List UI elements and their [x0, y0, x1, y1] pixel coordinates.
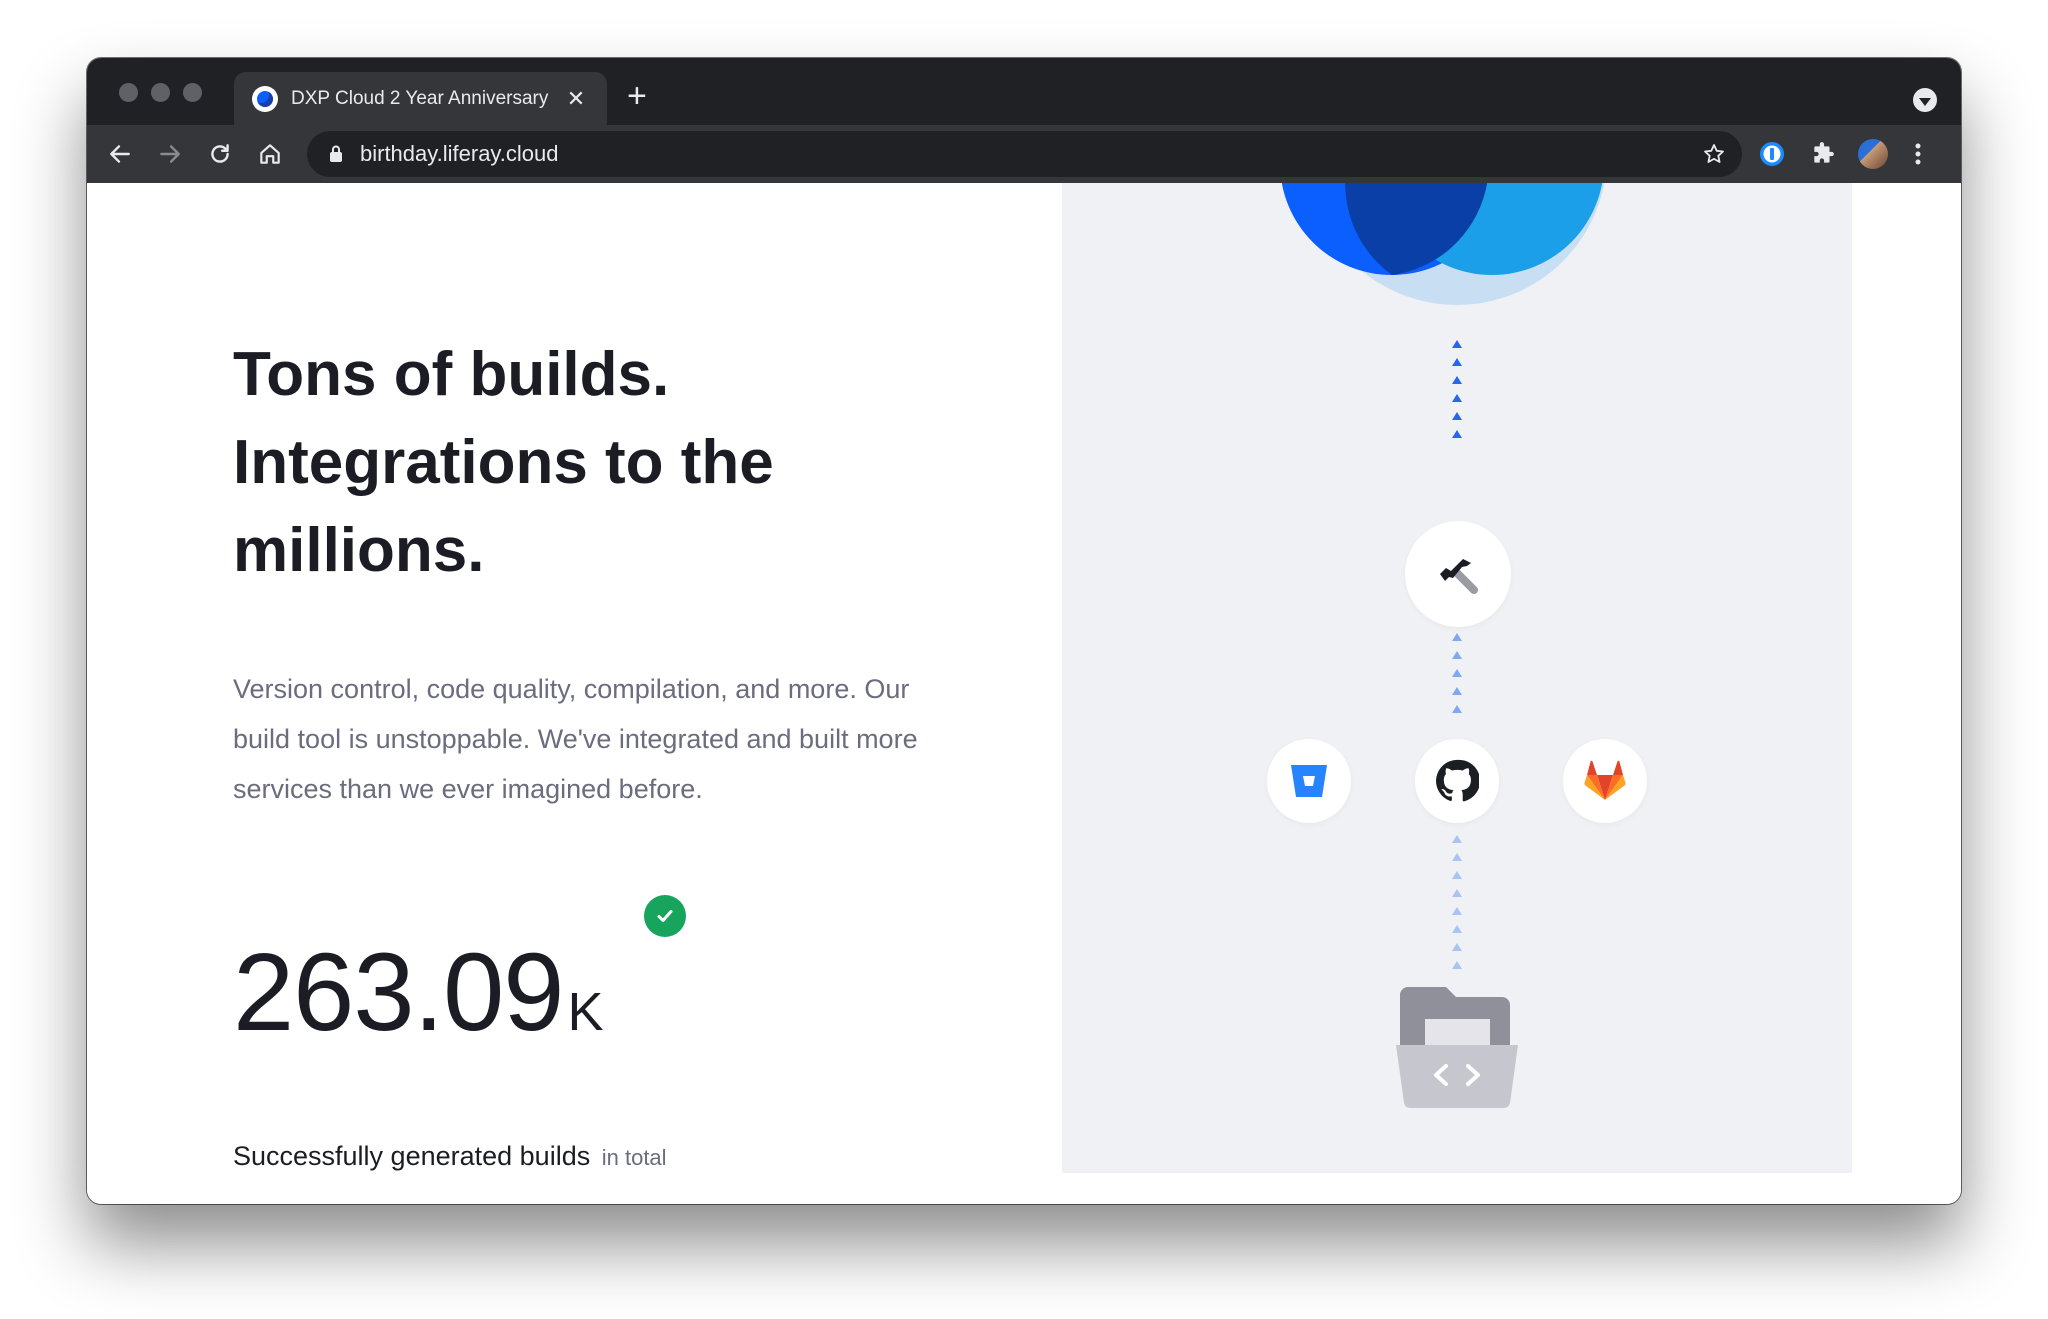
tab-title: DXP Cloud 2 Year Anniversary	[291, 87, 549, 109]
tab-close-icon[interactable]: ✕	[563, 86, 589, 112]
page-content: Tons of builds. Integrations to the mill…	[87, 183, 1961, 1204]
password-manager-extension[interactable]	[1754, 136, 1790, 172]
back-button[interactable]	[102, 136, 138, 172]
tab-search-icon[interactable]	[1913, 88, 1937, 112]
headline-line: Integrations to the	[233, 428, 774, 497]
home-icon	[260, 144, 280, 164]
code-folder-icon	[1396, 987, 1518, 1109]
extensions-button[interactable]	[1805, 136, 1841, 172]
stat-unit: K	[567, 982, 604, 1042]
build-tool-node	[1405, 521, 1511, 627]
stat-caption-text: Successfully generated builds	[233, 1141, 591, 1171]
window-zoom-dot[interactable]	[183, 83, 202, 102]
headline-line: Tons of builds.	[233, 340, 670, 409]
stat-caption: Successfully generated builds in total	[233, 1141, 667, 1172]
check-icon	[644, 895, 686, 937]
reload-icon	[211, 144, 229, 163]
pipeline-graphic	[1281, 183, 1605, 1109]
home-button[interactable]	[252, 136, 288, 172]
bitbucket-node	[1267, 739, 1351, 823]
arrow-left-icon	[110, 145, 130, 163]
headline-line: millions.	[233, 516, 485, 585]
lock-icon	[325, 142, 347, 166]
avatar	[1858, 139, 1888, 169]
hero-description: Version control, code quality, compilati…	[233, 674, 918, 804]
arrow-right-icon	[160, 145, 180, 163]
bitbucket-icon	[1291, 765, 1327, 797]
address-bar[interactable]: birthday.liferay.cloud	[307, 131, 1742, 177]
new-tab-button[interactable]: +	[627, 78, 647, 114]
arrows-upper	[1452, 340, 1462, 438]
tab-favicon-icon	[252, 85, 278, 112]
window-close-dot[interactable]	[119, 83, 138, 102]
hammer-icon	[1440, 559, 1478, 594]
stat-value: 263.09	[233, 931, 564, 1054]
github-node	[1415, 739, 1499, 823]
bookmark-star-icon[interactable]	[1700, 140, 1728, 168]
profile-button[interactable]	[1855, 136, 1891, 172]
reload-button[interactable]	[202, 136, 238, 172]
forward-button[interactable]	[152, 136, 188, 172]
arrows-lower	[1452, 835, 1462, 969]
gitlab-icon	[1584, 760, 1626, 800]
stat-caption-suffix: in total	[601, 1145, 667, 1170]
gitlab-node	[1563, 739, 1647, 823]
title-bar: DXP Cloud 2 Year Anniversary ✕ +	[87, 58, 1961, 125]
puzzle-icon	[1814, 142, 1834, 163]
build-pipeline-illustration	[1062, 183, 1852, 1173]
password-manager-icon	[1760, 142, 1784, 166]
toolbar: birthday.liferay.cloud	[87, 125, 1961, 183]
github-icon	[1436, 759, 1479, 802]
window-minimize-dot[interactable]	[151, 83, 170, 102]
browser-tab[interactable]: DXP Cloud 2 Year Anniversary ✕	[234, 72, 607, 125]
url-text: birthday.liferay.cloud	[360, 141, 559, 166]
build-stat: 263.09K	[233, 895, 686, 1054]
browser-menu-button[interactable]	[1900, 136, 1936, 172]
page-headline: Tons of builds. Integrations to the mill…	[233, 331, 853, 595]
kebab-menu-icon	[1915, 143, 1921, 165]
browser-window: DXP Cloud 2 Year Anniversary ✕ + birthda…	[87, 58, 1961, 1204]
